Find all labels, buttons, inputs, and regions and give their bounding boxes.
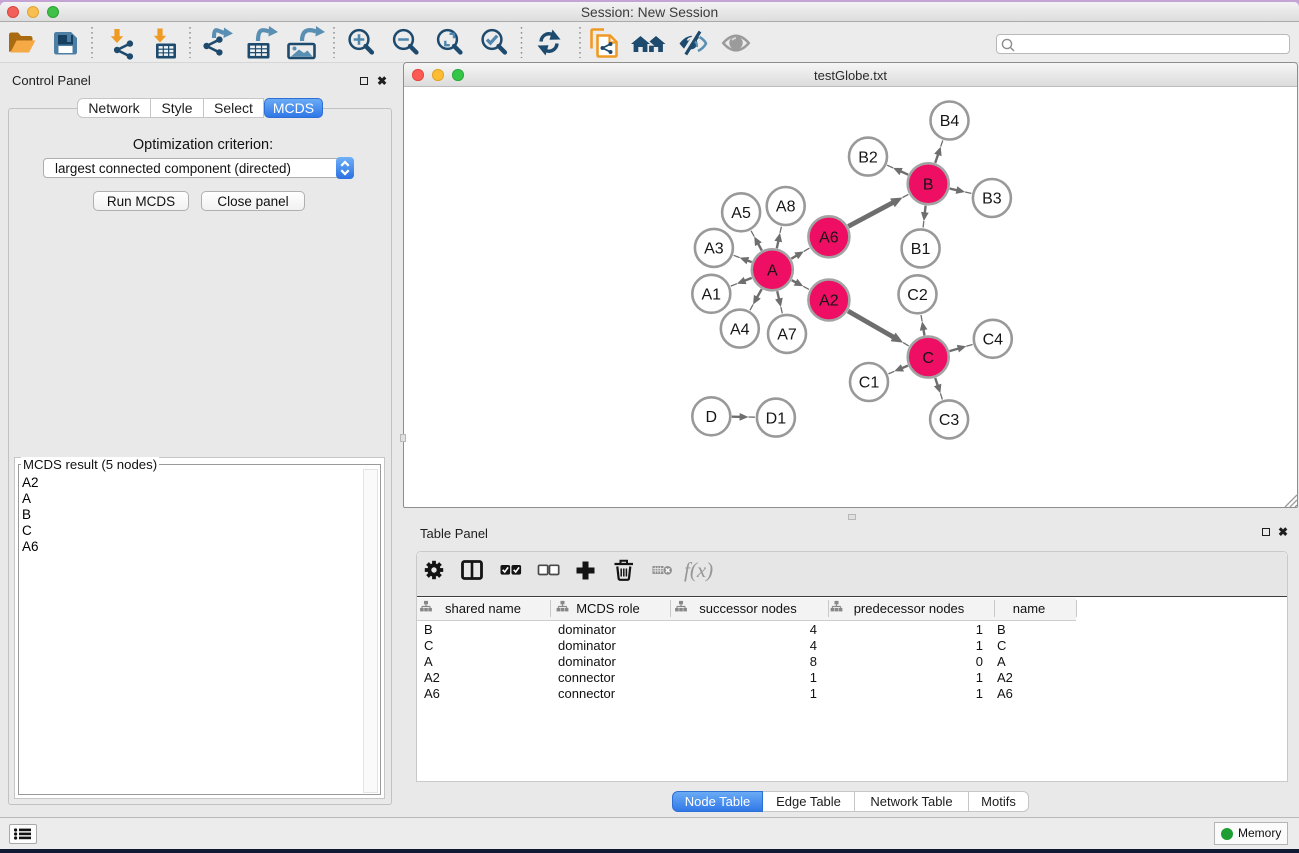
svg-text:A: A bbox=[767, 263, 778, 280]
svg-text:A6: A6 bbox=[819, 230, 839, 247]
svg-text:A5: A5 bbox=[731, 205, 751, 222]
svg-text:B2: B2 bbox=[858, 149, 878, 166]
svg-text:B3: B3 bbox=[982, 191, 1002, 208]
svg-text:B: B bbox=[923, 177, 934, 194]
svg-text:C1: C1 bbox=[859, 375, 880, 392]
svg-text:B4: B4 bbox=[940, 113, 960, 130]
svg-text:C3: C3 bbox=[939, 412, 960, 429]
svg-text:D1: D1 bbox=[766, 410, 787, 427]
svg-text:C4: C4 bbox=[983, 332, 1004, 349]
svg-text:f(x): f(x) bbox=[684, 558, 713, 582]
svg-text:C2: C2 bbox=[907, 287, 928, 304]
svg-text:B1: B1 bbox=[911, 241, 931, 258]
svg-text:C: C bbox=[922, 350, 934, 367]
svg-text:A1: A1 bbox=[702, 287, 722, 304]
svg-text:A7: A7 bbox=[777, 327, 797, 344]
svg-text:A2: A2 bbox=[819, 293, 839, 310]
svg-text:A8: A8 bbox=[776, 199, 796, 216]
svg-text:D: D bbox=[706, 409, 718, 426]
svg-text:A4: A4 bbox=[730, 321, 750, 338]
svg-text:A3: A3 bbox=[704, 241, 724, 258]
